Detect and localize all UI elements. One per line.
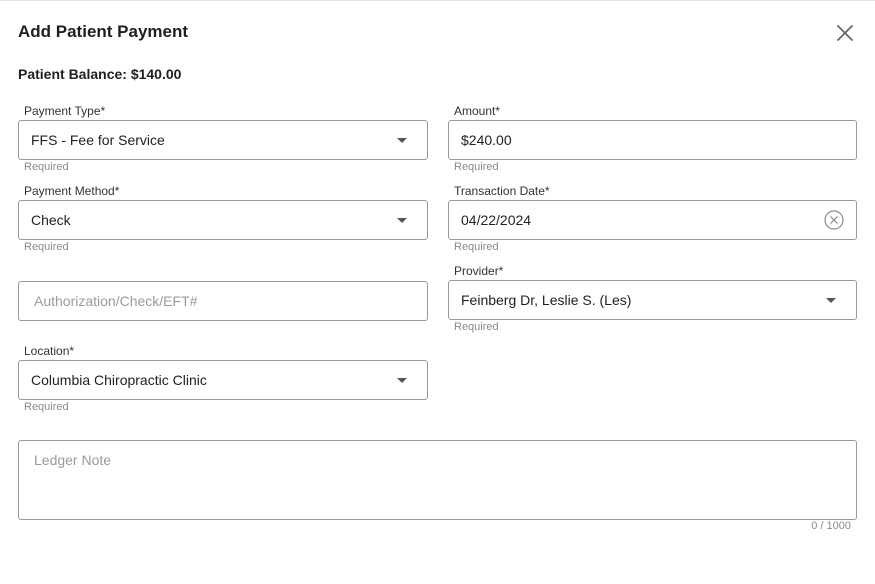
amount-hint: Required: [454, 161, 499, 173]
close-icon[interactable]: [834, 22, 856, 44]
character-counter: 0 / 1000: [811, 520, 851, 532]
authorization-check-eft-input[interactable]: Authorization/Check/EFT#: [18, 281, 428, 321]
payment-type-label: Payment Type*: [24, 104, 106, 118]
payment-type-value: FFS - Fee for Service: [31, 132, 165, 148]
location-hint: Required: [24, 401, 69, 413]
location-label: Location*: [24, 344, 75, 358]
payment-type-hint: Required: [24, 161, 69, 173]
payment-method-select[interactable]: Check: [18, 200, 428, 240]
clear-circle-icon[interactable]: [824, 210, 844, 230]
location-value: Columbia Chiropractic Clinic: [31, 372, 207, 388]
patient-balance: Patient Balance: $140.00: [18, 66, 182, 82]
chevron-down-icon: [397, 138, 407, 143]
authorization-placeholder: Authorization/Check/EFT#: [34, 293, 198, 309]
transaction-date-value: 04/22/2024: [461, 212, 532, 228]
chevron-down-icon: [397, 218, 407, 223]
location-select[interactable]: Columbia Chiropractic Clinic: [18, 360, 428, 400]
provider-value: Feinberg Dr, Leslie S. (Les): [461, 292, 632, 308]
provider-hint: Required: [454, 321, 499, 333]
payment-method-label: Payment Method*: [24, 184, 120, 198]
ledger-note-placeholder: Ledger Note: [34, 452, 112, 468]
provider-label: Provider*: [454, 264, 504, 278]
payment-type-select[interactable]: FFS - Fee for Service: [18, 120, 428, 160]
amount-value: $240.00: [461, 132, 512, 148]
transaction-date-input[interactable]: 04/22/2024: [448, 200, 857, 240]
chevron-down-icon: [397, 378, 407, 383]
provider-select[interactable]: Feinberg Dr, Leslie S. (Les): [448, 280, 857, 320]
transaction-date-hint: Required: [454, 241, 499, 253]
top-divider: [0, 0, 875, 1]
dialog-title: Add Patient Payment: [18, 22, 189, 41]
payment-method-value: Check: [31, 212, 71, 228]
transaction-date-label: Transaction Date*: [454, 184, 550, 198]
ledger-note-textarea[interactable]: Ledger Note: [18, 440, 857, 520]
chevron-down-icon: [826, 298, 836, 303]
amount-label: Amount*: [454, 104, 501, 118]
amount-input[interactable]: $240.00: [448, 120, 857, 160]
payment-method-hint: Required: [24, 241, 69, 253]
